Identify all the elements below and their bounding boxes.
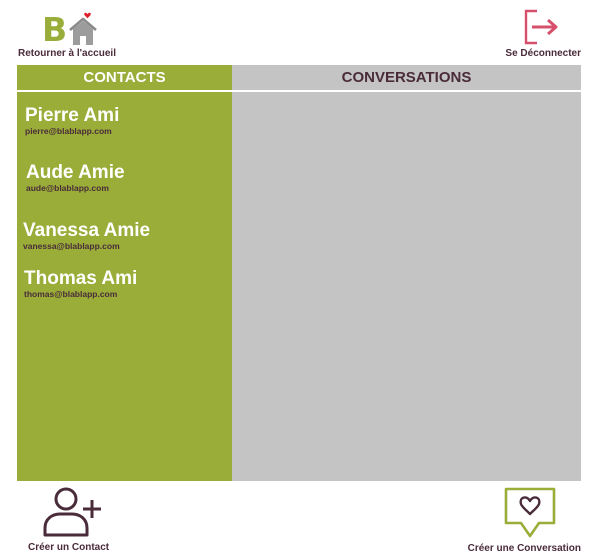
conversations-header: CONVERSATIONS — [232, 65, 581, 92]
contact-email: thomas@blablapp.com — [24, 289, 118, 299]
contact-name: Thomas Ami — [24, 268, 138, 289]
contact-name: Vanessa Amie — [23, 220, 151, 241]
logout-label: Se Déconnecter — [505, 48, 581, 59]
create-conversation-label: Créer une Conversation — [467, 543, 581, 554]
app-logo[interactable]: B — [42, 10, 106, 50]
contact-item[interactable]: Aude Amie aude@blablapp.com — [25, 162, 232, 193]
conversations-panel: CONVERSATIONS — [232, 65, 581, 481]
create-conversation-button[interactable]: Créer une Conversation — [451, 486, 581, 554]
contact-item[interactable]: Vanessa Amie vanessa@blablapp.com — [23, 220, 232, 251]
logout-button[interactable]: Se Déconnecter — [481, 8, 581, 60]
contact-email: aude@blablapp.com — [26, 183, 109, 193]
house-heart-logo-icon — [69, 12, 97, 45]
create-contact-button[interactable]: Créer un Contact — [22, 486, 122, 554]
contacts-header: CONTACTS — [17, 65, 232, 92]
home-label: Retourner à l'accueil — [18, 48, 116, 59]
home-link[interactable]: B Retourner à l'accueil — [18, 8, 138, 60]
contact-email: pierre@blablapp.com — [25, 126, 112, 136]
add-user-icon — [43, 487, 101, 537]
contact-email: vanessa@blablapp.com — [23, 241, 120, 251]
logout-arrow-icon — [524, 9, 558, 45]
contact-name: Aude Amie — [26, 162, 125, 183]
create-contact-label: Créer un Contact — [28, 542, 110, 553]
contact-item[interactable]: Pierre Ami pierre@blablapp.com — [25, 105, 232, 136]
contact-name: Pierre Ami — [25, 105, 120, 126]
contact-list: Pierre Ami pierre@blablapp.com Aude Amie… — [17, 92, 232, 299]
chat-heart-icon — [504, 487, 556, 538]
contacts-panel: CONTACTS Pierre Ami pierre@blablapp.com … — [17, 65, 232, 481]
logo-letter: B — [42, 10, 68, 49]
contact-item[interactable]: Thomas Ami thomas@blablapp.com — [24, 268, 232, 299]
